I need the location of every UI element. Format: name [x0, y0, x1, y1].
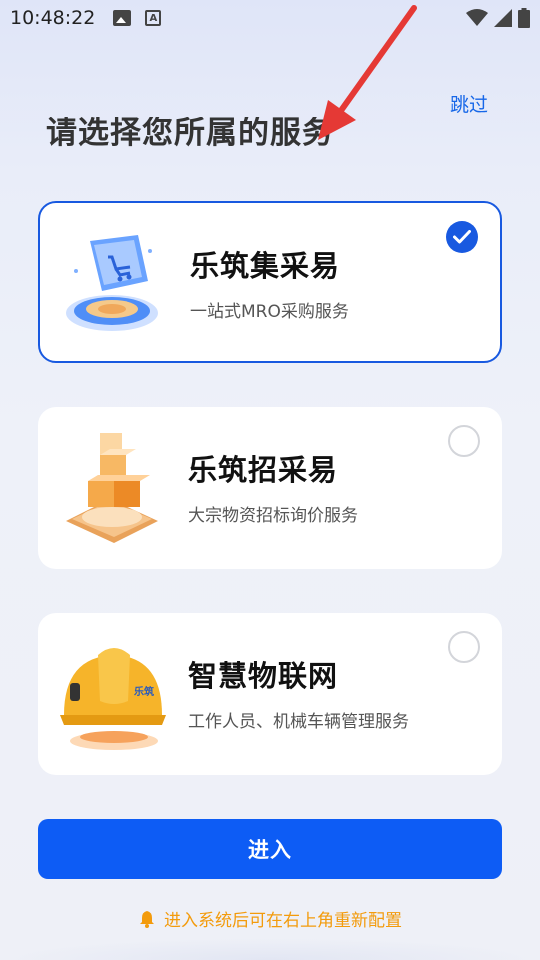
cube-stack-icon	[58, 425, 168, 545]
service-title: 乐筑招采易	[188, 453, 339, 487]
hint-text: 进入系统后可在右上角重新配置	[164, 911, 402, 931]
safety-helmet-icon: 乐筑	[58, 631, 168, 751]
service-card-jicaiyi[interactable]: 乐筑集采易 一站式MRO采购服务	[38, 201, 502, 363]
radio-unchecked[interactable]	[448, 631, 480, 663]
battery-icon	[518, 8, 530, 28]
service-desc: 一站式MRO采购服务	[190, 302, 349, 322]
shopping-cart-screen-icon	[60, 221, 170, 341]
checkmark-icon	[453, 230, 471, 244]
signal-icon	[494, 9, 512, 27]
service-card-wulianwang[interactable]: 乐筑 智慧物联网 工作人员、机械车辆管理服务	[38, 613, 502, 775]
a-icon: A	[145, 10, 162, 26]
radio-unchecked[interactable]	[448, 425, 480, 457]
status-bar: 10:48:22 A	[0, 0, 540, 36]
bottom-decoration	[0, 938, 540, 960]
skip-button[interactable]: 跳过	[450, 90, 488, 117]
service-title: 乐筑集采易	[190, 249, 341, 283]
status-time: 10:48:22	[10, 7, 96, 29]
service-desc: 工作人员、机械车辆管理服务	[188, 712, 409, 732]
service-card-zhaocaiyi[interactable]: 乐筑招采易 大宗物资招标询价服务	[38, 407, 502, 569]
image-icon	[113, 10, 132, 26]
enter-button[interactable]: 进入	[38, 819, 502, 879]
page-title: 请选择您所属的服务	[46, 117, 334, 151]
radio-checked[interactable]	[446, 221, 478, 253]
wifi-icon	[466, 9, 488, 26]
service-desc: 大宗物资招标询价服务	[188, 506, 358, 526]
hint: 进入系统后可在右上角重新配置	[0, 906, 540, 931]
service-title: 智慧物联网	[188, 659, 339, 693]
svg-text:乐筑: 乐筑	[134, 685, 154, 698]
bell-icon	[140, 910, 154, 928]
